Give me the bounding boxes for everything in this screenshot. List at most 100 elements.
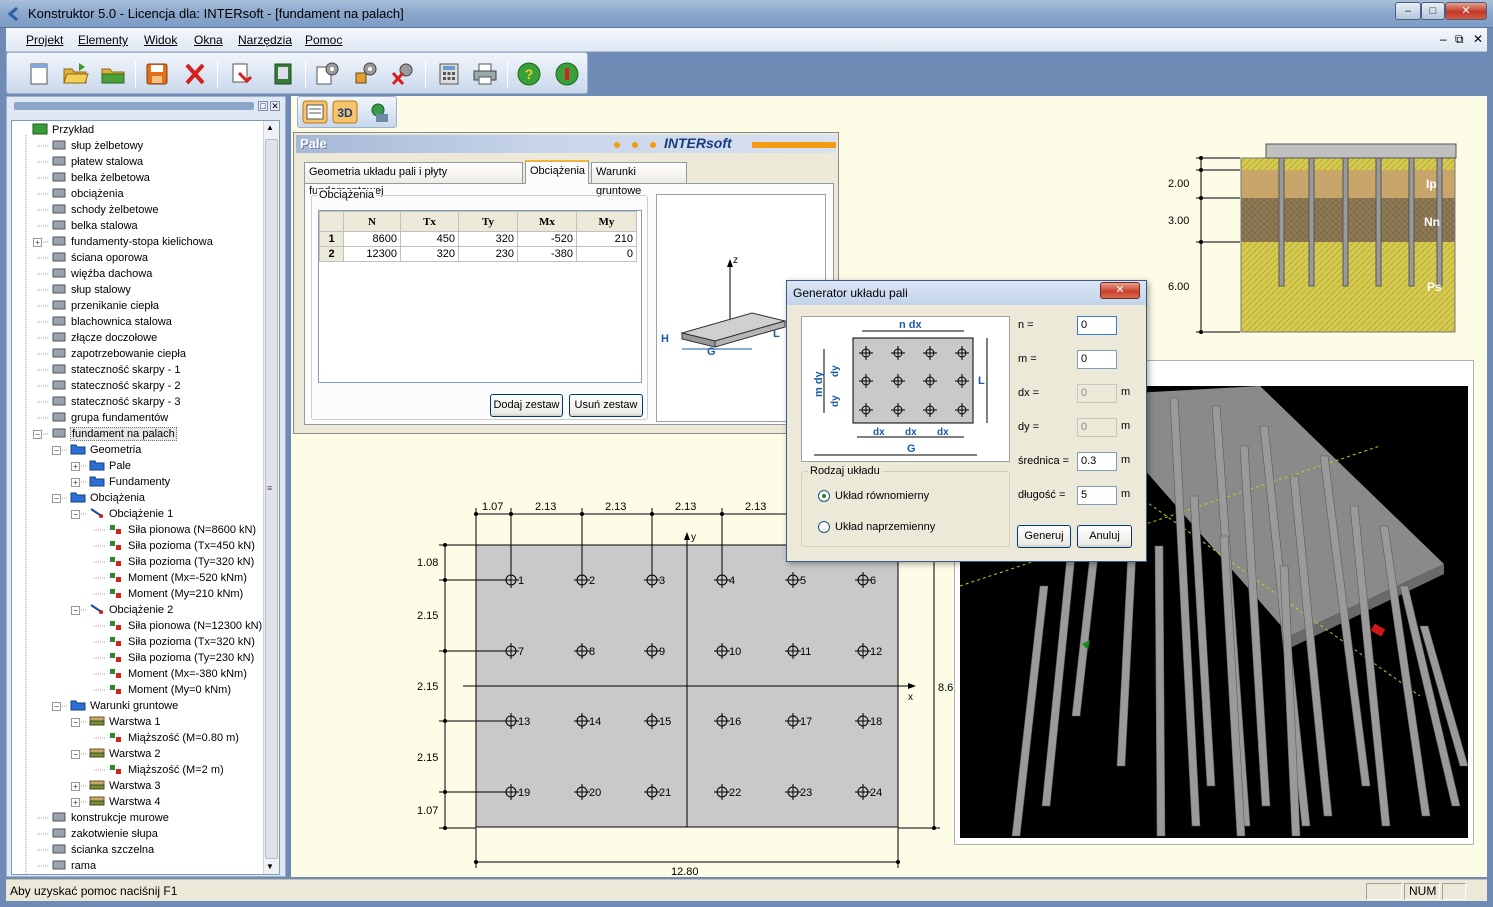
cancel-button[interactable]: Anuluj	[1077, 525, 1132, 548]
grid-cell[interactable]: -380	[517, 246, 577, 262]
panel-restore-button[interactable]: □	[258, 101, 268, 111]
expand-icon[interactable]: +	[71, 798, 80, 807]
tree-item[interactable]: schody żelbetowe	[51, 202, 159, 218]
field-input[interactable]: 0	[1077, 418, 1117, 437]
panel-close-button[interactable]: ✕	[270, 101, 280, 111]
field-input[interactable]: 5	[1077, 486, 1117, 505]
close-button[interactable]: ✕	[1445, 2, 1487, 20]
grid-header[interactable]	[319, 211, 344, 232]
folder-icon[interactable]	[99, 61, 127, 87]
tree-item[interactable]: Geometria	[70, 442, 142, 458]
maximize-button[interactable]: □	[1421, 2, 1445, 20]
tree-item[interactable]: płatew stalowa	[51, 154, 144, 170]
model-settings-icon[interactable]	[366, 100, 392, 124]
tree-item[interactable]: przenikanie ciepła	[51, 298, 160, 314]
grid-cell[interactable]: 8600	[343, 231, 401, 247]
tree-item[interactable]: Siła pozioma (Ty=320 kN)	[108, 554, 255, 570]
tree-item[interactable]: ścianka szczelna	[51, 842, 155, 858]
tree-item[interactable]: Warstwa 2	[89, 746, 162, 762]
tree-item[interactable]: Moment (Mx=-380 kNm)	[108, 666, 248, 682]
menu-elementy[interactable]: Elementy	[78, 33, 128, 47]
generate-button[interactable]: Generuj	[1017, 525, 1071, 548]
row-header[interactable]: 1	[319, 231, 344, 247]
tree-item[interactable]: rama	[51, 858, 97, 874]
view-3d-icon[interactable]: 3D	[332, 100, 358, 124]
tree-item[interactable]: stateczność skarpy - 3	[51, 394, 181, 410]
calculator-icon[interactable]	[435, 61, 463, 87]
radio-uniform[interactable]	[818, 490, 830, 502]
mdi-restore-button[interactable]: ⧉	[1455, 32, 1464, 47]
grid-cell[interactable]: 320	[458, 231, 518, 247]
new-file-icon[interactable]	[25, 61, 53, 87]
grid-cell[interactable]: 230	[458, 246, 518, 262]
menu-narzedzia[interactable]: Narzędzia	[238, 33, 292, 47]
tree-item[interactable]: Warstwa 4	[89, 794, 162, 810]
loads-table[interactable]: N Tx Ty Mx My 1 8600 450 320 -520 210 2 12300 320 230-…	[319, 211, 637, 262]
tree-item[interactable]: fundament na palach	[51, 426, 177, 442]
tab-obciazenia[interactable]: Obciążenia	[525, 160, 589, 184]
collapse-icon[interactable]: −	[71, 750, 80, 759]
export-icon[interactable]	[227, 61, 255, 87]
dialog-close-button[interactable]: ✕	[1100, 282, 1140, 299]
field-input[interactable]: 0.3	[1077, 452, 1117, 471]
field-input[interactable]: 0	[1077, 316, 1117, 335]
help-icon[interactable]: ?	[515, 61, 543, 87]
grid-header[interactable]: Ty	[458, 211, 518, 232]
tree-item[interactable]: Siła pionowa (N=12300 kN)	[108, 618, 263, 634]
import-icon[interactable]	[269, 61, 297, 87]
tree-item[interactable]: Obciążenia	[70, 490, 146, 506]
tree-item[interactable]: Miąższość (M=2 m)	[108, 762, 225, 778]
view-2d-icon[interactable]	[302, 100, 328, 124]
print-icon[interactable]	[471, 61, 499, 87]
expand-icon[interactable]: +	[71, 462, 80, 471]
tree-item[interactable]: belka żelbetowa	[51, 170, 151, 186]
tree-item[interactable]: Przykład	[32, 122, 95, 138]
tree-item[interactable]: belka stalowa	[51, 218, 139, 234]
tree-item[interactable]: złącze doczołowe	[51, 330, 158, 346]
collapse-icon[interactable]: −	[52, 702, 61, 711]
collapse-icon[interactable]: −	[52, 446, 61, 455]
settings-remove-icon[interactable]	[389, 61, 417, 87]
grid-cell[interactable]: 450	[400, 231, 459, 247]
collapse-icon[interactable]: −	[52, 494, 61, 503]
tree-item[interactable]: stateczność skarpy - 2	[51, 378, 181, 394]
field-input[interactable]: 0	[1077, 384, 1117, 403]
tree-scrollbar[interactable]: ▲ ≡ ▼	[263, 121, 279, 874]
tree-item[interactable]: Obciążenie 2	[89, 602, 174, 618]
tree-item[interactable]: Warstwa 1	[89, 714, 162, 730]
grid-cell[interactable]: 210	[576, 231, 637, 247]
field-input[interactable]: 0	[1077, 350, 1117, 369]
menu-projekt[interactable]: Projekt	[26, 33, 63, 47]
collapse-icon[interactable]: −	[71, 510, 80, 519]
tree-item[interactable]: Siła pozioma (Tx=450 kN)	[108, 538, 256, 554]
tree-item[interactable]: Siła pozioma (Ty=230 kN)	[108, 650, 255, 666]
grid-header[interactable]: Tx	[400, 211, 459, 232]
collapse-icon[interactable]: −	[71, 718, 80, 727]
collapse-icon[interactable]: −	[33, 430, 42, 439]
settings-tools-icon[interactable]	[351, 61, 379, 87]
tree-item[interactable]: Warstwa 3	[89, 778, 162, 794]
expand-icon[interactable]: +	[71, 478, 80, 487]
tree-item[interactable]: słup żelbetowy	[51, 138, 144, 154]
row-header[interactable]: 2	[319, 246, 344, 262]
grid-cell[interactable]: 0	[576, 246, 637, 262]
tree-item[interactable]: Moment (My=210 kNm)	[108, 586, 244, 602]
add-set-button[interactable]: Dodaj zestaw	[490, 394, 563, 417]
grid-header[interactable]: My	[576, 211, 637, 232]
tree-item[interactable]: blachownica stalowa	[51, 314, 173, 330]
tree-item[interactable]: Moment (My=0 kNm)	[108, 682, 232, 698]
mdi-minimize-button[interactable]: –	[1440, 32, 1447, 46]
remove-set-button[interactable]: Usuń zestaw	[569, 394, 643, 417]
tree-item[interactable]: ściana oporowa	[51, 250, 149, 266]
tree-item[interactable]: słup stalowy	[51, 282, 132, 298]
menu-pomoc[interactable]: Pomoc	[305, 33, 342, 47]
tree-item[interactable]: Moment (Mx=-520 kNm)	[108, 570, 248, 586]
panel-gripper[interactable]	[14, 102, 254, 110]
grid-row[interactable]: 1 8600 450 320 -520 210	[319, 231, 637, 247]
tree-item[interactable]: Siła pionowa (N=8600 kN)	[108, 522, 257, 538]
tree-item[interactable]: więźba dachowa	[51, 266, 153, 282]
save-icon[interactable]	[143, 61, 171, 87]
tree-item[interactable]: Miąższość (M=0.80 m)	[108, 730, 240, 746]
tab-warunki-gruntowe[interactable]: Warunki gruntowe	[591, 162, 687, 197]
minimize-button[interactable]: –	[1395, 2, 1421, 20]
